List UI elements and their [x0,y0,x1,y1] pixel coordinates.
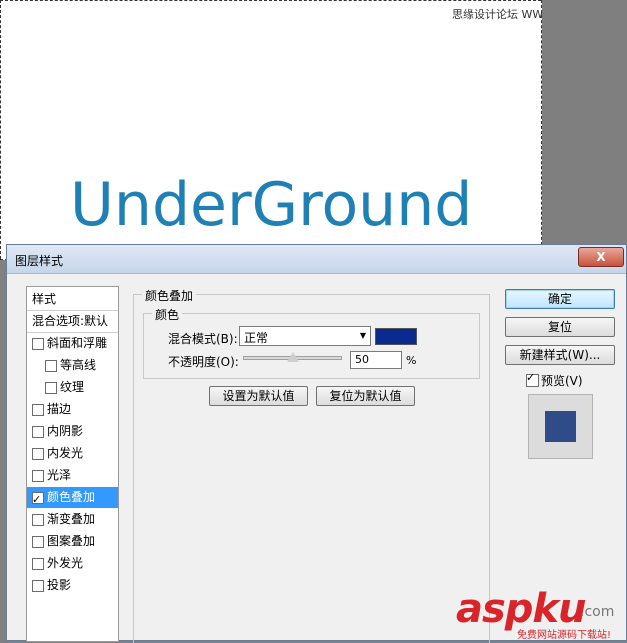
styles-list-item[interactable]: 等高线 [27,355,118,376]
document-canvas[interactable]: 思缘设计论坛 WWW.MISSYUAN.COM UnderGround [0,0,627,260]
color-sub-group-title: 颜色 [152,306,183,323]
overlay-color-swatch[interactable] [375,328,417,345]
styles-list-label: 图案叠加 [47,534,96,548]
chevron-down-icon: ▼ [359,331,366,340]
styles-list-item[interactable]: 样式 [27,289,118,311]
styles-list-checkbox[interactable] [45,360,57,372]
layer-style-dialog: 图层样式 X 样式混合选项:默认斜面和浮雕等高线纹理描边内阴影内发光光泽 ✓ 颜色叠… [6,244,627,643]
styles-list-label: 斜面和浮雕 [47,336,108,350]
blend-mode-label: 混合模式(B): [168,332,238,346]
styles-list: 样式混合选项:默认斜面和浮雕等高线纹理描边内阴影内发光光泽 ✓ 颜色叠加渐变叠加图案… [26,286,119,642]
styles-list-label: 混合选项:默认 [32,314,109,328]
opacity-unit: % [406,354,417,367]
styles-list-label: 纹理 [60,380,85,394]
styles-list-checkbox[interactable] [32,514,44,526]
styles-list-item[interactable]: 渐变叠加 [27,509,118,530]
styles-list-item[interactable]: 外发光 [27,553,118,574]
opacity-label: 不透明度(O): [168,355,239,369]
close-button[interactable]: X [578,247,624,267]
styles-list-checkbox[interactable]: ✓ [32,492,44,506]
styles-list-item[interactable]: 混合选项:默认 [27,311,118,333]
new-style-button[interactable]: 新建样式(W)... [505,345,615,365]
styles-list-label: 颜色叠加 [47,490,96,504]
styles-list-label: 等高线 [60,358,97,372]
dialog-title: 图层样式 [15,254,64,268]
preview-checkbox[interactable]: ✓ [526,371,539,387]
styles-list-item[interactable]: 描边 [27,399,118,420]
opacity-slider-thumb[interactable] [287,352,299,362]
ok-button[interactable]: 确定 [505,289,615,309]
styles-list-label: 内阴影 [47,424,84,438]
set-default-button[interactable]: 设置为默认值 [209,386,308,406]
opacity-input[interactable]: 50 [350,351,402,369]
styles-list-checkbox[interactable] [32,448,44,460]
styles-list-item[interactable]: 投影 [27,575,118,596]
color-overlay-group-title: 颜色叠加 [142,287,197,304]
workspace-background [542,0,627,260]
check-icon: ✓ [32,493,42,506]
blend-mode-select[interactable]: 正常 ▼ [239,326,371,346]
styles-list-checkbox[interactable] [45,382,57,394]
style-preview [528,394,593,459]
styles-list-checkbox[interactable] [32,338,44,350]
reset-button[interactable]: 复位 [505,317,615,337]
preview-label: 预览(V) [541,374,583,388]
styles-list-checkbox[interactable] [32,404,44,416]
styles-list-item[interactable]: 内发光 [27,443,118,464]
reset-default-button[interactable]: 复位为默认值 [316,386,415,406]
styles-list-label: 渐变叠加 [47,512,96,526]
styles-list-checkbox[interactable] [32,580,44,592]
styles-list-item[interactable]: ✓ 颜色叠加 [27,487,118,508]
styles-list-item[interactable]: 光泽 [27,465,118,486]
styles-list-item[interactable]: 图案叠加 [27,531,118,552]
styles-list-checkbox[interactable] [32,470,44,482]
styles-list-checkbox[interactable] [32,426,44,438]
styles-list-label: 投影 [47,578,72,592]
styles-list-label: 描边 [47,402,72,416]
styles-list-label: 光泽 [47,468,72,482]
styles-list-item[interactable]: 内阴影 [27,421,118,442]
preview-square [545,411,576,442]
styles-list-checkbox[interactable] [32,536,44,548]
canvas-text-layer: UnderGround [70,170,473,240]
styles-list-item[interactable]: 纹理 [27,377,118,398]
dialog-titlebar[interactable]: 图层样式 X [7,245,626,274]
blend-mode-value: 正常 [244,331,269,345]
styles-list-label: 外发光 [47,556,84,570]
aspku-domain: .com [580,604,615,620]
aspku-tagline: 免费网站源码下载站! [517,630,612,641]
styles-list-item[interactable]: 斜面和浮雕 [27,333,118,354]
opacity-value: 50 [355,353,369,366]
check-icon: ✓ [526,371,536,384]
styles-list-label: 内发光 [47,446,84,460]
styles-list-label: 样式 [32,292,57,306]
styles-list-checkbox[interactable] [32,558,44,570]
